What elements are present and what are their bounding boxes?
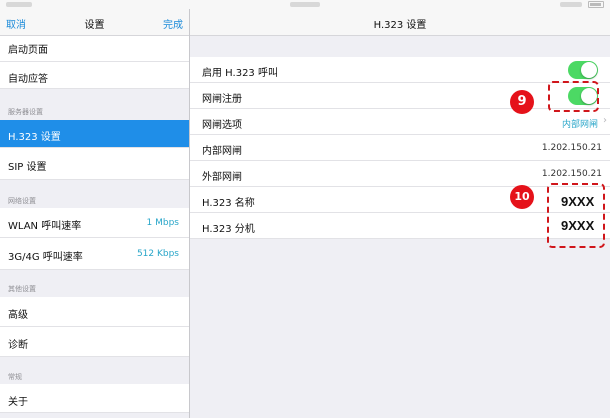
external-gatekeeper-value: 1.202.150.21: [541, 169, 602, 179]
section-header-other: 其他设置: [8, 285, 36, 293]
annotation-box-h323-values: [547, 183, 605, 248]
status-bar: [0, 0, 610, 9]
h323-name-value: 9XXX: [561, 194, 595, 209]
annotation-box-gatekeeper-toggle: [548, 81, 599, 112]
sidebar-item-label: 启动页面: [8, 45, 48, 56]
section-header-server: 服务器设置: [8, 108, 43, 116]
status-time: [290, 2, 320, 7]
toggle-knob: [581, 62, 597, 78]
sidebar-item-cellular-rate[interactable]: 3G/4G 呼叫速率 512 Kbps: [0, 238, 189, 270]
internal-gatekeeper-value: 1.202.150.21: [541, 143, 602, 153]
done-button[interactable]: 完成: [163, 16, 183, 31]
annotation-badge-10: 10: [510, 185, 534, 209]
sidebar-item-h323[interactable]: H.323 设置: [0, 120, 189, 148]
gatekeeper-option-label: 网闸选项: [202, 120, 242, 131]
h323-name-label: H.323 名称: [202, 198, 255, 209]
enable-h323-toggle[interactable]: [568, 61, 598, 79]
status-carrier: [6, 2, 32, 7]
gatekeeper-option-value: 内部网闸: [561, 120, 598, 130]
row-gatekeeper-option[interactable]: 网闸选项 内部网闸 ›: [190, 109, 610, 135]
gatekeeper-registration-label: 网闸注册: [202, 94, 242, 105]
row-gatekeeper-registration: 网闸注册: [190, 83, 610, 109]
section-header-network: 网络设置: [8, 197, 36, 205]
settings-sidebar: 取消 设置 完成 启动页面 自动应答 服务器设置 H.323 设置 SIP 设置…: [0, 9, 189, 418]
sidebar-item-sip[interactable]: SIP 设置: [0, 148, 189, 180]
internal-gatekeeper-label: 内部网闸: [202, 146, 242, 157]
sidebar-item-label: H.323 设置: [8, 132, 61, 143]
row-internal-gatekeeper[interactable]: 内部网闸 1.202.150.21: [190, 135, 610, 161]
sidebar-item-label: WLAN 呼叫速率: [8, 221, 82, 232]
chevron-right-icon: ›: [603, 115, 607, 126]
status-percent: [560, 2, 582, 7]
sidebar-item-label: 诊断: [8, 340, 28, 351]
sidebar-item-auto-answer[interactable]: 自动应答: [0, 62, 189, 89]
row-enable-h323: 启用 H.323 呼叫: [190, 57, 610, 83]
row-external-gatekeeper[interactable]: 外部网闸 1.202.150.21: [190, 161, 610, 187]
sidebar-item-advanced[interactable]: 高级: [0, 297, 189, 327]
sidebar-item-label: 自动应答: [8, 74, 48, 85]
enable-h323-label: 启用 H.323 呼叫: [202, 68, 278, 79]
sidebar-item-label: SIP 设置: [8, 162, 47, 173]
h323-extension-value: 9XXX: [561, 218, 595, 233]
sidebar-item-start-page[interactable]: 启动页面: [0, 36, 189, 62]
sidebar-item-about[interactable]: 关于: [0, 384, 189, 413]
section-header-general: 常规: [8, 373, 22, 381]
sidebar-item-label: 高级: [8, 310, 28, 321]
sidebar-item-wlan-rate[interactable]: WLAN 呼叫速率 1 Mbps: [0, 208, 189, 238]
annotation-badge-9: 9: [510, 90, 534, 114]
sidebar-nav-bar: 取消 设置 完成: [0, 9, 189, 36]
wlan-rate-value: 1 Mbps: [146, 218, 179, 228]
sidebar-item-label: 关于: [8, 397, 28, 408]
battery-icon: [588, 1, 604, 8]
page-title: H.323 设置: [373, 20, 427, 31]
sidebar-item-label: 3G/4G 呼叫速率: [8, 252, 83, 263]
sidebar-item-diagnostics[interactable]: 诊断: [0, 327, 189, 357]
h323-extension-label: H.323 分机: [202, 224, 255, 235]
detail-nav-bar: H.323 设置: [190, 9, 610, 36]
sidebar-title: 设置: [84, 20, 105, 31]
cellular-rate-value: 512 Kbps: [136, 249, 179, 259]
external-gatekeeper-label: 外部网闸: [202, 172, 242, 183]
